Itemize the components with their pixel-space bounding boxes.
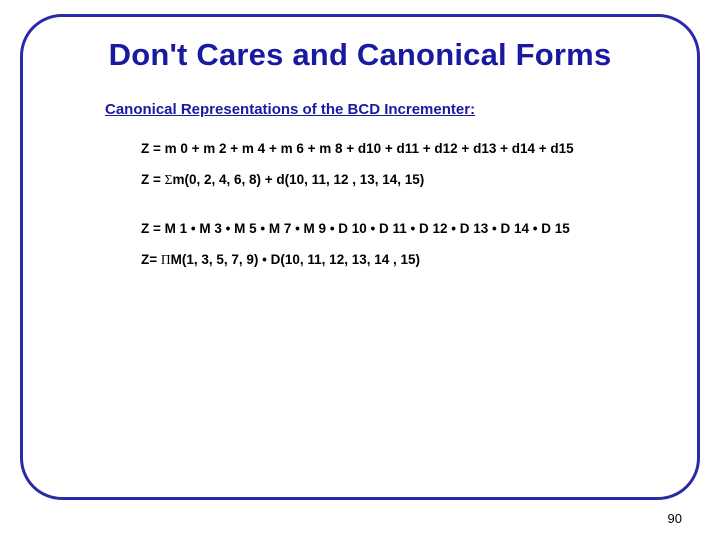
slide: Don't Cares and Canonical Forms Canonica…: [0, 0, 720, 540]
equation-pos-pi: Z= ΠM(1, 3, 5, 7, 9) • D(10, 11, 12, 13,…: [141, 252, 657, 269]
eq2-rhs: m(0, 2, 4, 6, 8) + d(10, 11, 12 , 13, 14…: [173, 172, 425, 187]
pi-symbol: Π: [161, 252, 171, 267]
spacer: [141, 203, 657, 221]
page-number: 90: [668, 511, 682, 526]
eq4-lhs: Z=: [141, 252, 161, 267]
eq4-rhs: M(1, 3, 5, 7, 9) • D(10, 11, 12, 13, 14 …: [171, 252, 420, 267]
slide-content: Z = m 0 + m 2 + m 4 + m 6 + m 8 + d10 + …: [141, 141, 657, 283]
sigma-symbol: Σ: [165, 172, 173, 187]
slide-title: Don't Cares and Canonical Forms: [23, 37, 697, 73]
equation-sop-sigma: Z = Σm(0, 2, 4, 6, 8) + d(10, 11, 12 , 1…: [141, 172, 657, 189]
slide-frame: Don't Cares and Canonical Forms Canonica…: [20, 14, 700, 500]
equation-pos-maxterms: Z = M 1 • M 3 • M 5 • M 7 • M 9 • D 10 •…: [141, 221, 657, 238]
equation-sop-minterms: Z = m 0 + m 2 + m 4 + m 6 + m 8 + d10 + …: [141, 141, 657, 158]
slide-subtitle: Canonical Representations of the BCD Inc…: [105, 101, 475, 118]
eq2-lhs: Z =: [141, 172, 165, 187]
